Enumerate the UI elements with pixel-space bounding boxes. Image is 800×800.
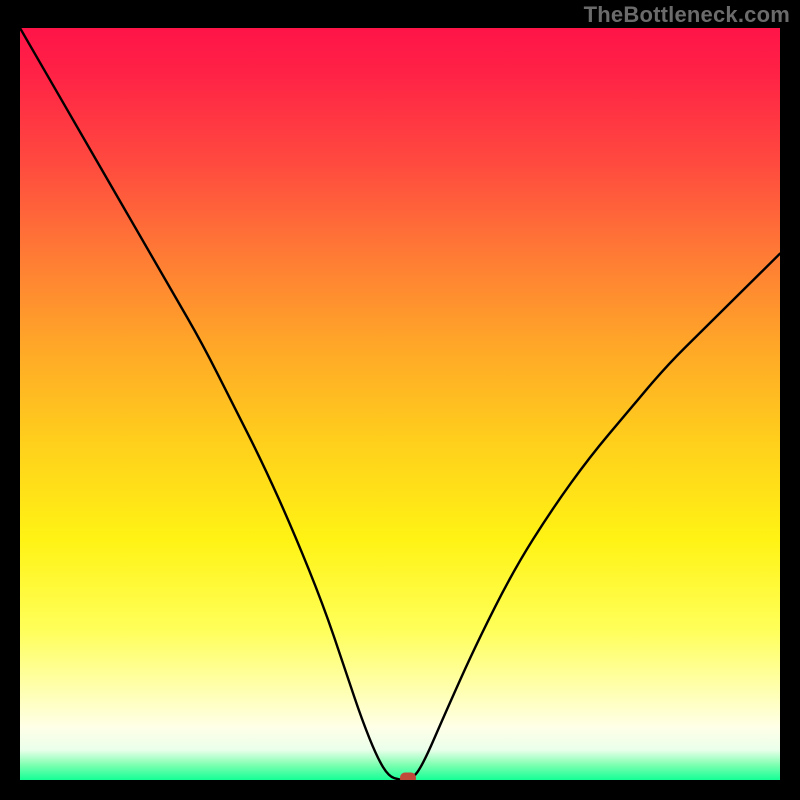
chart-area (20, 28, 780, 780)
optimum-marker (400, 772, 416, 780)
watermark-text: TheBottleneck.com (584, 2, 790, 28)
bottleneck-curve (20, 28, 780, 780)
frame: TheBottleneck.com (0, 0, 800, 800)
